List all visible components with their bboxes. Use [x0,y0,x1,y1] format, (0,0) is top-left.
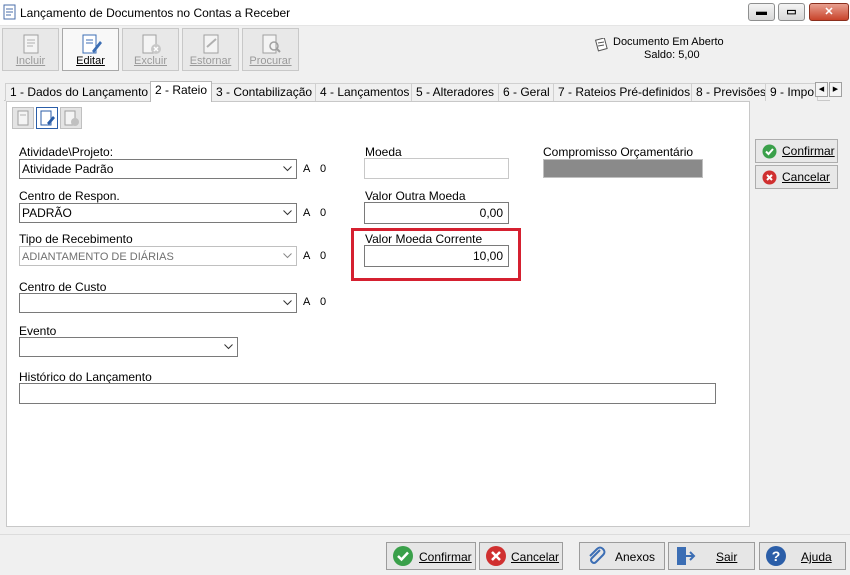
minimize-button[interactable]: ▬ [748,3,775,21]
centro-respon-value: PADRÃO [22,206,72,220]
centro-respon-flag-a: A [303,207,311,219]
exit-icon [677,547,696,565]
compromisso-label: Compromisso Orçamentário [543,145,694,159]
centro-custo-flag-0: 0 [320,296,327,308]
tab-rateio[interactable]: 2 - Rateio [150,81,213,102]
paperclip-icon [589,546,606,564]
atividade-label: Atividade\Projeto: [19,145,114,159]
tipo-recebimento-label: Tipo de Recebimento [19,232,133,246]
atividade-select[interactable]: Atividade Padrão [19,159,297,179]
rateio-edit-button[interactable] [36,107,58,129]
anexos-button[interactable]: Anexos [579,542,665,570]
excluir-label: Excluir [133,55,167,67]
check-icon [393,546,413,566]
window-title: Lançamento de Documentos no Contas a Rec… [20,6,291,20]
tipo-recebimento-value: ADIANTAMENTO DE DIÁRIAS [22,251,174,263]
add-row-icon [17,110,29,126]
rateio-delete-button[interactable] [60,107,82,129]
valor-moeda-corrente-label: Valor Moeda Corrente [365,232,483,246]
centro-respon-flag-0: 0 [320,207,327,219]
cancelar-button[interactable]: Cancelar [479,542,563,570]
centro-custo-select[interactable] [19,293,297,313]
sair-label: Sair [716,550,738,564]
incluir-label: Incluir [15,55,46,67]
maximize-button[interactable]: ▭ [778,3,805,21]
historico-input[interactable] [19,383,716,404]
edit-document-icon [82,34,102,54]
valor-outra-moeda-label: Valor Outra Moeda [365,189,466,203]
tipo-recebimento-select[interactable]: ADIANTAMENTO DE DIÁRIAS [19,246,297,266]
estornar-label: Estornar [189,55,232,67]
incluir-button[interactable]: Incluir [2,28,59,71]
reverse-document-icon [203,34,218,54]
confirmar-label: Confirmar [419,550,472,564]
close-icon: ✕ [824,6,834,18]
compromisso-select[interactable] [543,159,703,178]
evento-select[interactable] [19,337,238,357]
ajuda-button[interactable]: ? Ajuda [759,542,846,570]
app-icon [3,4,17,20]
close-button[interactable]: ✕ [809,3,849,21]
tipo-recebimento-flag-a: A [303,250,311,262]
check-icon [762,144,777,159]
centro-respon-select[interactable]: PADRÃO [19,203,297,223]
atividade-value: Atividade Padrão [22,162,114,176]
centro-custo-flag-a: A [303,296,311,308]
title-bar: Lançamento de Documentos no Contas a Rec… [0,0,850,26]
cancelar-label: Cancelar [511,550,560,564]
delete-document-icon [142,34,161,54]
evento-label: Evento [19,324,57,338]
tab-contabilizacao[interactable]: 3 - Contabilização [211,83,318,101]
tipo-recebimento-flag-0: 0 [320,250,327,262]
svg-text:?: ? [772,548,781,564]
procurar-label: Procurar [249,55,292,67]
historico-label: Histórico do Lançamento [19,370,152,384]
toolbar: Incluir Editar Excluir Estornar Procurar… [0,26,850,73]
tab-rateios-predefinidos[interactable]: 7 - Rateios Pré-definidos [553,83,696,101]
tab-alteradores[interactable]: 5 - Alteradores [411,83,500,101]
moeda-label: Moeda [365,145,402,159]
cancel-icon [762,170,777,185]
rateio-confirmar-button[interactable]: Confirmar [755,139,838,163]
procurar-button[interactable]: Procurar [242,28,299,71]
valor-outra-moeda-input[interactable]: 0,00 [364,202,509,224]
tab-strip: 1 - Dados do Lançamento 2 - Rateio 3 - C… [4,81,830,102]
ajuda-label: Ajuda [801,550,832,564]
cancel-icon [486,546,506,566]
rateio-cancelar-label: Cancelar [782,170,831,184]
valor-moeda-corrente-input[interactable]: 10,00 [364,245,509,267]
editar-button[interactable]: Editar [62,28,119,71]
tab-scroll-left-icon[interactable]: ◀ [815,82,828,97]
centro-respon-label: Centro de Respon. [19,189,120,203]
saldo-text: Saldo: 5,00 [644,49,700,61]
document-status-icon [594,38,608,52]
maximize-icon: ▭ [786,6,797,18]
minimize-icon: ▬ [756,6,767,18]
excluir-button[interactable]: Excluir [122,28,179,71]
rateio-add-button[interactable] [12,107,34,129]
tab-lancamentos[interactable]: 4 - Lançamentos [315,83,415,101]
tab-scroll-right-icon[interactable]: ▶ [829,82,842,97]
centro-custo-label: Centro de Custo [19,280,107,294]
estornar-button[interactable]: Estornar [182,28,239,71]
add-document-icon [23,34,38,54]
atividade-flag-a: A [303,163,311,175]
tab-previsoes[interactable]: 8 - Previsões [691,83,772,101]
search-document-icon [262,34,281,54]
rateio-cancelar-button[interactable]: Cancelar [755,165,838,189]
moeda-input[interactable] [364,158,509,179]
edit-row-icon [40,110,55,126]
delete-row-icon [64,110,79,126]
editar-label: Editar [76,55,105,67]
tab-impostos[interactable]: 9 - Impo [765,83,818,101]
rateio-confirmar-label: Confirmar [782,144,835,158]
atividade-flag-0: 0 [320,163,327,175]
help-icon: ? [766,546,786,566]
document-status-text: Documento Em Aberto [613,36,724,48]
confirmar-button[interactable]: Confirmar [386,542,476,570]
anexos-label: Anexos [615,550,656,564]
sair-button[interactable]: Sair [668,542,755,570]
tab-geral[interactable]: 6 - Geral [498,83,555,101]
tab-dados-lancamento[interactable]: 1 - Dados do Lançamento [5,83,154,101]
